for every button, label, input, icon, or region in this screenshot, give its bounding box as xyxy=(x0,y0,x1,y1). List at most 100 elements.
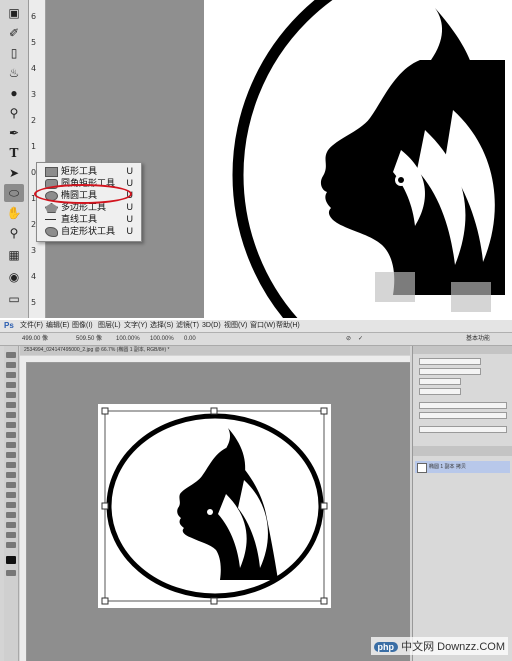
watermark-site: Downzz.COM xyxy=(437,641,505,653)
menu-type[interactable]: 文字(Y) xyxy=(124,320,147,332)
workspace-switcher[interactable]: 基本功能 xyxy=(466,333,490,345)
dodge-tool-icon[interactable] xyxy=(6,482,16,488)
menu-image[interactable]: 图像(I) xyxy=(72,320,93,332)
site-watermark: php 中文网 Downzz.COM xyxy=(370,637,508,655)
menu-filter[interactable]: 滤镜(T) xyxy=(176,320,199,332)
flyout-item-custom-shape[interactable]: 自定形状工具 U xyxy=(37,225,141,237)
paint-bucket-icon[interactable]: ♨ xyxy=(4,64,24,82)
pen-tool-icon[interactable]: ✒ xyxy=(4,124,24,142)
panel-field[interactable] xyxy=(419,402,507,409)
panel-field[interactable] xyxy=(419,426,507,433)
x-field[interactable]: 499.00 像 xyxy=(22,333,48,345)
ruler-number: 3 xyxy=(31,90,37,99)
screen-mode-icon[interactable]: ▭ xyxy=(4,290,24,308)
healing-brush-icon[interactable] xyxy=(6,412,16,418)
logo-artwork-zoomed xyxy=(205,0,512,318)
menu-view[interactable]: 视图(V) xyxy=(224,320,247,332)
panel-header xyxy=(413,346,512,354)
polygon-icon xyxy=(45,203,58,213)
lasso-tool-icon[interactable] xyxy=(6,372,16,378)
zoom-tool-icon[interactable] xyxy=(6,542,16,548)
ruler-number: 3 xyxy=(31,246,37,255)
ps-logo: Ps xyxy=(4,321,14,330)
eraser-icon[interactable] xyxy=(6,452,16,458)
panel-field[interactable] xyxy=(419,412,507,419)
blur-tool-icon[interactable] xyxy=(6,472,16,478)
php-logo: php xyxy=(373,642,399,652)
vertical-ruler: 6 5 4 3 2 1 0 1 2 3 4 5 xyxy=(29,0,46,318)
panel-field[interactable] xyxy=(419,368,481,375)
menu-layer[interactable]: 图层(L) xyxy=(98,320,121,332)
move-tool-icon[interactable] xyxy=(6,352,16,358)
eraser-icon[interactable]: ▯ xyxy=(4,44,24,62)
color-swatches-icon[interactable]: ▦ xyxy=(4,246,24,264)
watermark-blur xyxy=(451,282,491,312)
history-brush-icon[interactable]: ✐ xyxy=(4,24,24,42)
hand-tool-icon[interactable] xyxy=(6,532,16,538)
menu-file[interactable]: 文件(F) xyxy=(20,320,43,332)
menu-select[interactable]: 选择(S) xyxy=(150,320,173,332)
ruler-number: 4 xyxy=(31,64,37,73)
layers-tab-bar[interactable] xyxy=(413,446,512,456)
ruler-number: 5 xyxy=(31,298,37,307)
menu-help[interactable]: 帮助(H) xyxy=(276,320,300,332)
crop-tool-icon[interactable] xyxy=(6,392,16,398)
shape-tool-icon[interactable] xyxy=(6,522,16,528)
flyout-item-rectangle[interactable]: 矩形工具 U xyxy=(37,165,141,177)
zoom-tool-icon[interactable]: ⚲ xyxy=(4,224,24,242)
quick-mask-icon[interactable] xyxy=(6,570,16,576)
menu-edit[interactable]: 编辑(E) xyxy=(46,320,69,332)
line-icon xyxy=(45,219,56,220)
quick-select-icon[interactable] xyxy=(6,382,16,388)
ruler-number: 6 xyxy=(31,12,37,21)
tools-panel-small xyxy=(4,346,19,661)
ellipse-shape-tool-icon[interactable]: ⬭ xyxy=(4,184,24,202)
horizontal-ruler xyxy=(20,356,410,363)
stamp-tool-icon[interactable] xyxy=(6,432,16,438)
layer-thumbnail xyxy=(417,463,427,473)
ruler-number: 2 xyxy=(31,116,37,125)
commit-transform-icon[interactable]: ✓ xyxy=(358,333,363,345)
menu-window[interactable]: 窗口(W) xyxy=(250,320,275,332)
menu-3d[interactable]: 3D(D) xyxy=(202,320,221,332)
pen-tool-icon[interactable] xyxy=(6,492,16,498)
menu-bar: Ps 文件(F) 编辑(E) 图像(I) 图层(L) 文字(Y) 选择(S) 滤… xyxy=(0,320,512,333)
marquee-tool-icon[interactable] xyxy=(6,362,16,368)
custom-shape-icon xyxy=(45,227,58,237)
top-screenshot: ▣ ✐ ▯ ♨ ● ⚲ ✒ T ➤ ⬭ ✋ ⚲ ▦ ◉ ▭ 6 5 4 3 2 … xyxy=(0,0,512,318)
stamp-tool-icon[interactable]: ▣ xyxy=(4,4,24,22)
tools-panel: ▣ ✐ ▯ ♨ ● ⚲ ✒ T ➤ ⬭ ✋ ⚲ ▦ ◉ ▭ xyxy=(0,0,29,318)
properties-layers-panel: 椭圆 1 副本 拷贝 xyxy=(412,346,512,661)
y-field[interactable]: 509.50 像 xyxy=(76,333,102,345)
ruler-number: 5 xyxy=(31,38,37,47)
dodge-tool-icon[interactable]: ⚲ xyxy=(4,104,24,122)
path-select-icon[interactable] xyxy=(6,512,16,518)
path-select-icon[interactable]: ➤ xyxy=(4,164,24,182)
eyedropper-icon[interactable] xyxy=(6,402,16,408)
rectangle-icon xyxy=(45,167,58,177)
document-tab[interactable]: 2534994_024147495000_2.jpg @ 66.7% (椭圆 1… xyxy=(20,346,410,355)
flyout-item-line[interactable]: 直线工具 U xyxy=(37,213,141,225)
brush-tool-icon[interactable] xyxy=(6,422,16,428)
cancel-transform-icon[interactable]: ⊘ xyxy=(346,333,351,345)
width-field[interactable]: 100.00% xyxy=(116,333,140,345)
document-tab-title: 2534994_024147495000_2.jpg @ 66.7% (椭圆 1… xyxy=(24,347,170,353)
gradient-icon[interactable] xyxy=(6,462,16,468)
foreground-color-swatch[interactable] xyxy=(6,556,16,564)
height-field[interactable]: 100.00% xyxy=(150,333,174,345)
quick-mask-icon[interactable]: ◉ xyxy=(4,268,24,286)
options-bar: 499.00 像 509.50 像 100.00% 100.00% 0.00 ⊘… xyxy=(0,333,512,346)
layer-row-selected[interactable]: 椭圆 1 副本 拷贝 xyxy=(415,461,510,473)
angle-field[interactable]: 0.00 xyxy=(184,333,196,345)
blur-tool-icon[interactable]: ● xyxy=(4,84,24,102)
ruler-number: 1 xyxy=(31,142,37,151)
panel-field[interactable] xyxy=(419,388,461,395)
panel-field[interactable] xyxy=(419,358,481,365)
history-brush-icon[interactable] xyxy=(6,442,16,448)
hand-tool-icon[interactable]: ✋ xyxy=(4,204,24,222)
panel-field[interactable] xyxy=(419,378,461,385)
type-tool-icon[interactable] xyxy=(6,502,16,508)
type-tool-icon[interactable]: T xyxy=(4,144,24,162)
watermark-blur xyxy=(375,272,415,302)
red-highlight-circle xyxy=(34,184,132,204)
